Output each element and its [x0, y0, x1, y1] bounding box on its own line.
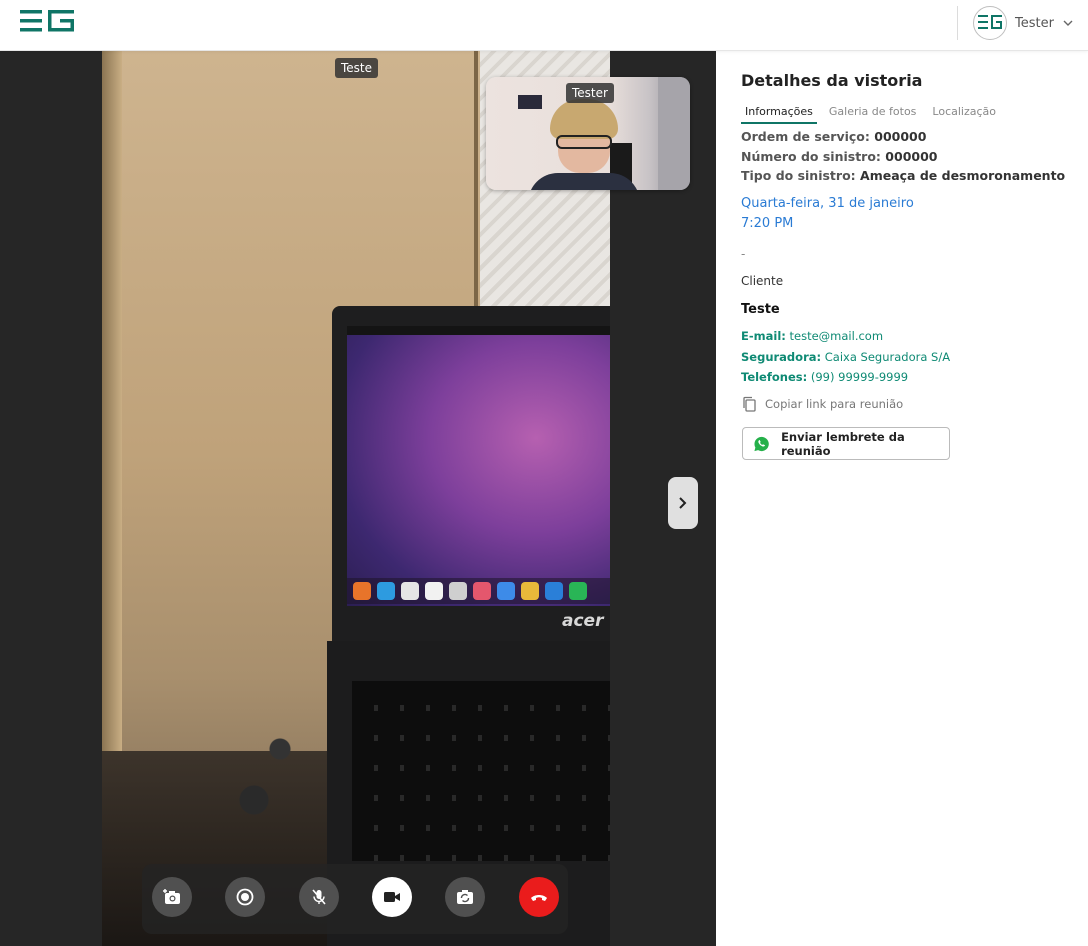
client-phones-label: Telefones:: [741, 370, 808, 384]
client-insurer-value: Caixa Seguradora S/A: [824, 350, 951, 364]
hang-up-button[interactable]: [519, 877, 559, 917]
video-stage: acer Teste Tester: [0, 51, 716, 946]
record-button[interactable]: [225, 877, 265, 917]
camera-plus-icon: [163, 889, 180, 904]
client-name: Teste: [741, 302, 780, 317]
video-scene-dock: [347, 578, 610, 604]
client-email-value[interactable]: teste@mail.com: [790, 329, 884, 343]
send-whatsapp-reminder-label: Enviar lembrete da reunião: [781, 429, 905, 458]
self-view-hair: [550, 99, 618, 139]
meeting-date: Quarta-feira, 31 de janeiro: [741, 196, 914, 211]
copy-icon: [743, 396, 756, 412]
tab-informacoes[interactable]: Informações: [741, 105, 817, 124]
snapshot-button[interactable]: [152, 877, 192, 917]
whatsapp-icon: [754, 436, 769, 451]
send-whatsapp-reminder-button[interactable]: Enviar lembrete da reunião: [742, 427, 950, 460]
panel-toggle-button[interactable]: [668, 477, 698, 529]
user-menu[interactable]: Tester: [973, 6, 1074, 40]
video-scene-laptop-screen: [347, 326, 610, 606]
claim-number-label: Número do sinistro:: [741, 149, 881, 164]
logo[interactable]: [20, 10, 74, 32]
client-phones: Telefones: (99) 99999-9999: [741, 370, 908, 384]
video-camera-icon: [384, 892, 400, 902]
top-bar: Tester: [0, 0, 1088, 51]
user-name: Tester: [1015, 15, 1054, 31]
service-order-label: Ordem de serviço:: [741, 129, 870, 144]
inspection-details-panel: Detalhes da vistoria Informações Galeria…: [716, 51, 1088, 946]
service-order: Ordem de serviço: 000000: [741, 129, 926, 144]
empty-placeholder: -: [741, 247, 746, 261]
claim-type: Tipo do sinistro: Ameaça de desmoronamen…: [741, 168, 1065, 183]
laptop-brand: acer: [562, 611, 604, 631]
self-view-glasses: [556, 135, 612, 149]
self-view-poster: [518, 95, 542, 109]
copy-meeting-link[interactable]: Copiar link para reunião: [741, 396, 903, 412]
client-phones-value[interactable]: (99) 99999-9999: [811, 370, 908, 384]
main-participant-label: Teste: [335, 58, 379, 78]
client-section-label: Cliente: [741, 274, 784, 288]
video-scene-cables: [202, 681, 332, 851]
client-insurer: Seguradora: Caixa Seguradora S/A: [741, 350, 950, 364]
claim-number-value: 000000: [885, 149, 938, 164]
camera-toggle-button[interactable]: [372, 877, 412, 917]
mute-button[interactable]: [299, 877, 339, 917]
tab-localizacao[interactable]: Localização: [928, 105, 1000, 124]
meeting-time: 7:20 PM: [741, 216, 794, 231]
client-email: E-mail: teste@mail.com: [741, 329, 883, 343]
switch-camera-icon: [457, 890, 473, 904]
claim-type-value: Ameaça de desmoronamento: [860, 168, 1066, 183]
panel-title: Detalhes da vistoria: [741, 71, 923, 90]
copy-meeting-link-label: Copiar link para reunião: [765, 397, 904, 411]
phone-hangup-icon: [531, 895, 547, 901]
mic-off-icon: [312, 889, 326, 905]
video-scene-keyboard: [352, 681, 610, 861]
record-icon: [236, 888, 254, 906]
header-divider: [957, 6, 958, 40]
self-view-shirt: [528, 173, 640, 190]
switch-camera-button[interactable]: [445, 877, 485, 917]
self-view-label: Tester: [566, 83, 614, 103]
chevron-down-icon[interactable]: [1062, 17, 1074, 29]
client-email-label: E-mail:: [741, 329, 786, 343]
self-view-video[interactable]: Tester: [486, 77, 690, 190]
claim-type-label: Tipo do sinistro:: [741, 168, 856, 183]
panel-tabs: Informações Galeria de fotos Localização: [741, 105, 1008, 124]
chevron-right-icon: [679, 497, 687, 509]
tab-galeria[interactable]: Galeria de fotos: [825, 105, 921, 124]
claim-number: Número do sinistro: 000000: [741, 149, 937, 164]
avatar: [973, 6, 1007, 40]
call-controls: [142, 864, 568, 934]
video-scene-screen-topbar: [347, 326, 610, 335]
client-insurer-label: Seguradora:: [741, 350, 822, 364]
self-view-door: [658, 77, 690, 190]
service-order-value: 000000: [874, 129, 927, 144]
logo-badge-icon: [978, 15, 1002, 29]
